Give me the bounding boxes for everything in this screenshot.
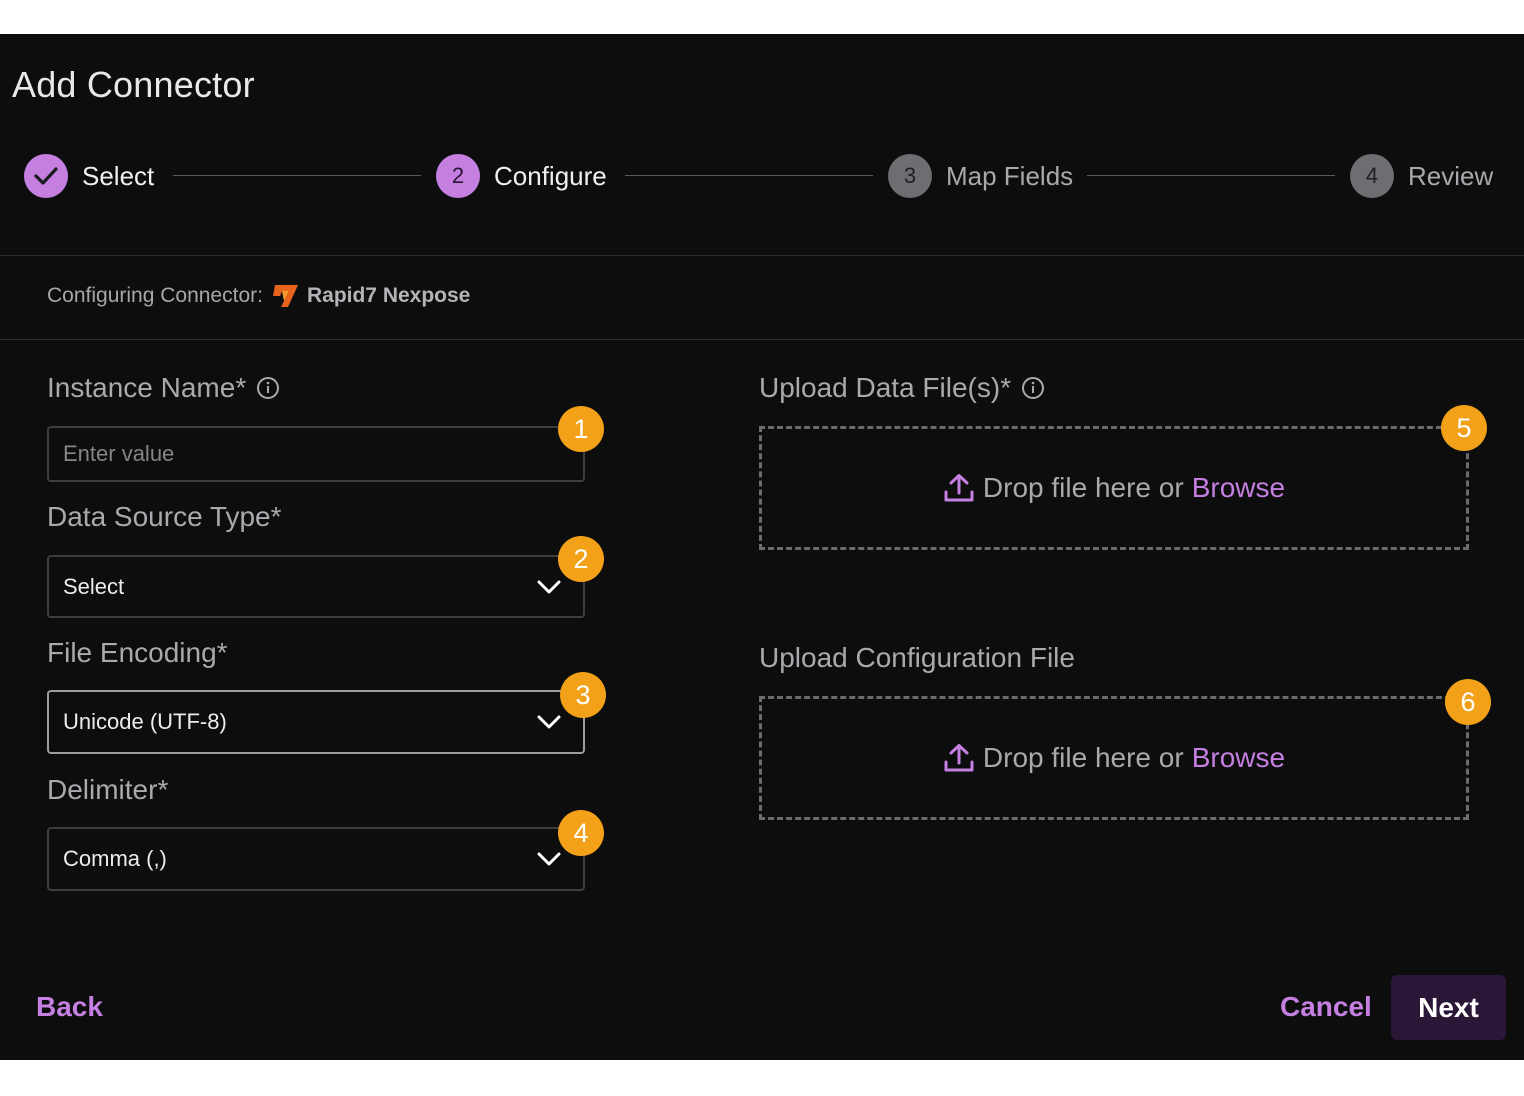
delimiter-select[interactable]: Comma (,) <box>47 827 585 891</box>
connector-prefix: Configuring Connector: <box>47 284 263 307</box>
upload-config-label: Upload Configuration File <box>759 642 1075 674</box>
annotation-badge: 1 <box>558 406 604 452</box>
file-encoding-value: Unicode (UTF-8) <box>63 709 227 734</box>
rapid7-logo-icon <box>272 285 298 307</box>
connector-name: Rapid7 Nexpose <box>306 284 471 307</box>
file-encoding-label-text: File Encoding* <box>47 637 228 668</box>
step-label-review: Review <box>1408 160 1494 191</box>
info-icon[interactable] <box>1021 376 1045 400</box>
step-map-fields[interactable]: 3 Map Fields <box>888 154 1073 198</box>
browse-link[interactable]: Browse <box>1192 472 1285 504</box>
add-connector-dialog: Add Connector Select 2 Configure 3 Map F… <box>0 34 1524 1060</box>
back-button[interactable]: Back <box>36 991 103 1023</box>
annotation-badge: 4 <box>558 810 604 856</box>
delimiter-label: Delimiter* <box>47 774 168 806</box>
upload-config-dropzone[interactable]: Drop file here or Browse <box>759 696 1469 820</box>
data-source-type-value: Select <box>63 573 125 599</box>
delimiter-value: Comma (,) <box>63 846 167 871</box>
chevron-down-icon <box>537 852 561 866</box>
delimiter-label-text: Delimiter* <box>47 774 169 805</box>
browse-link[interactable]: Browse <box>1192 742 1285 774</box>
upload-icon <box>944 744 974 772</box>
step-configure[interactable]: 2 Configure <box>436 154 607 198</box>
upload-data-label-text: Upload Data File(s)* <box>759 372 1012 403</box>
step-number-review: 4 <box>1350 154 1394 198</box>
step-number-configure: 2 <box>436 154 480 198</box>
divider <box>0 339 1524 340</box>
upload-data-label: Upload Data File(s)* <box>759 372 1045 404</box>
chevron-down-icon <box>537 580 561 593</box>
file-encoding-label: File Encoding* <box>47 637 228 669</box>
chevron-down-icon <box>537 715 561 729</box>
next-button[interactable]: Next <box>1391 975 1506 1040</box>
upload-data-dropzone[interactable]: Drop file here or Browse <box>759 426 1469 550</box>
upload-icon <box>944 474 974 502</box>
annotation-badge: 5 <box>1441 405 1487 451</box>
step-number-map-fields: 3 <box>888 154 932 198</box>
check-icon <box>24 154 68 198</box>
step-connector-line <box>173 175 421 176</box>
step-review[interactable]: 4 Review <box>1350 154 1493 198</box>
step-select[interactable]: Select <box>24 154 154 198</box>
drop-text: Drop file here or <box>982 742 1184 773</box>
divider <box>0 255 1524 256</box>
data-source-type-label: Data Source Type* <box>47 501 282 533</box>
instance-name-label-text: Instance Name* <box>47 372 247 403</box>
step-label-select: Select <box>82 160 155 191</box>
file-encoding-select[interactable]: Unicode (UTF-8) <box>47 690 585 754</box>
step-connector-line <box>1087 175 1335 176</box>
step-connector-line <box>625 175 873 176</box>
instance-name-input[interactable]: Enter value <box>47 426 585 482</box>
step-label-map-fields: Map Fields <box>946 160 1074 191</box>
upload-config-label-text: Upload Configuration File <box>759 642 1075 673</box>
page-title: Add Connector <box>12 64 255 105</box>
drop-text: Drop file here or <box>982 472 1184 503</box>
data-source-type-select[interactable]: Select <box>47 555 585 618</box>
connector-info: Configuring Connector: Rapid7 Nexpose <box>47 284 470 308</box>
data-source-type-label-text: Data Source Type* <box>47 501 282 532</box>
step-label-configure: Configure <box>494 160 607 191</box>
annotation-badge: 2 <box>558 536 604 582</box>
instance-name-label: Instance Name* <box>47 372 280 404</box>
info-icon[interactable] <box>256 376 280 400</box>
cancel-button[interactable]: Cancel <box>1280 991 1372 1023</box>
annotation-badge: 3 <box>560 672 606 718</box>
annotation-badge: 6 <box>1445 679 1491 725</box>
